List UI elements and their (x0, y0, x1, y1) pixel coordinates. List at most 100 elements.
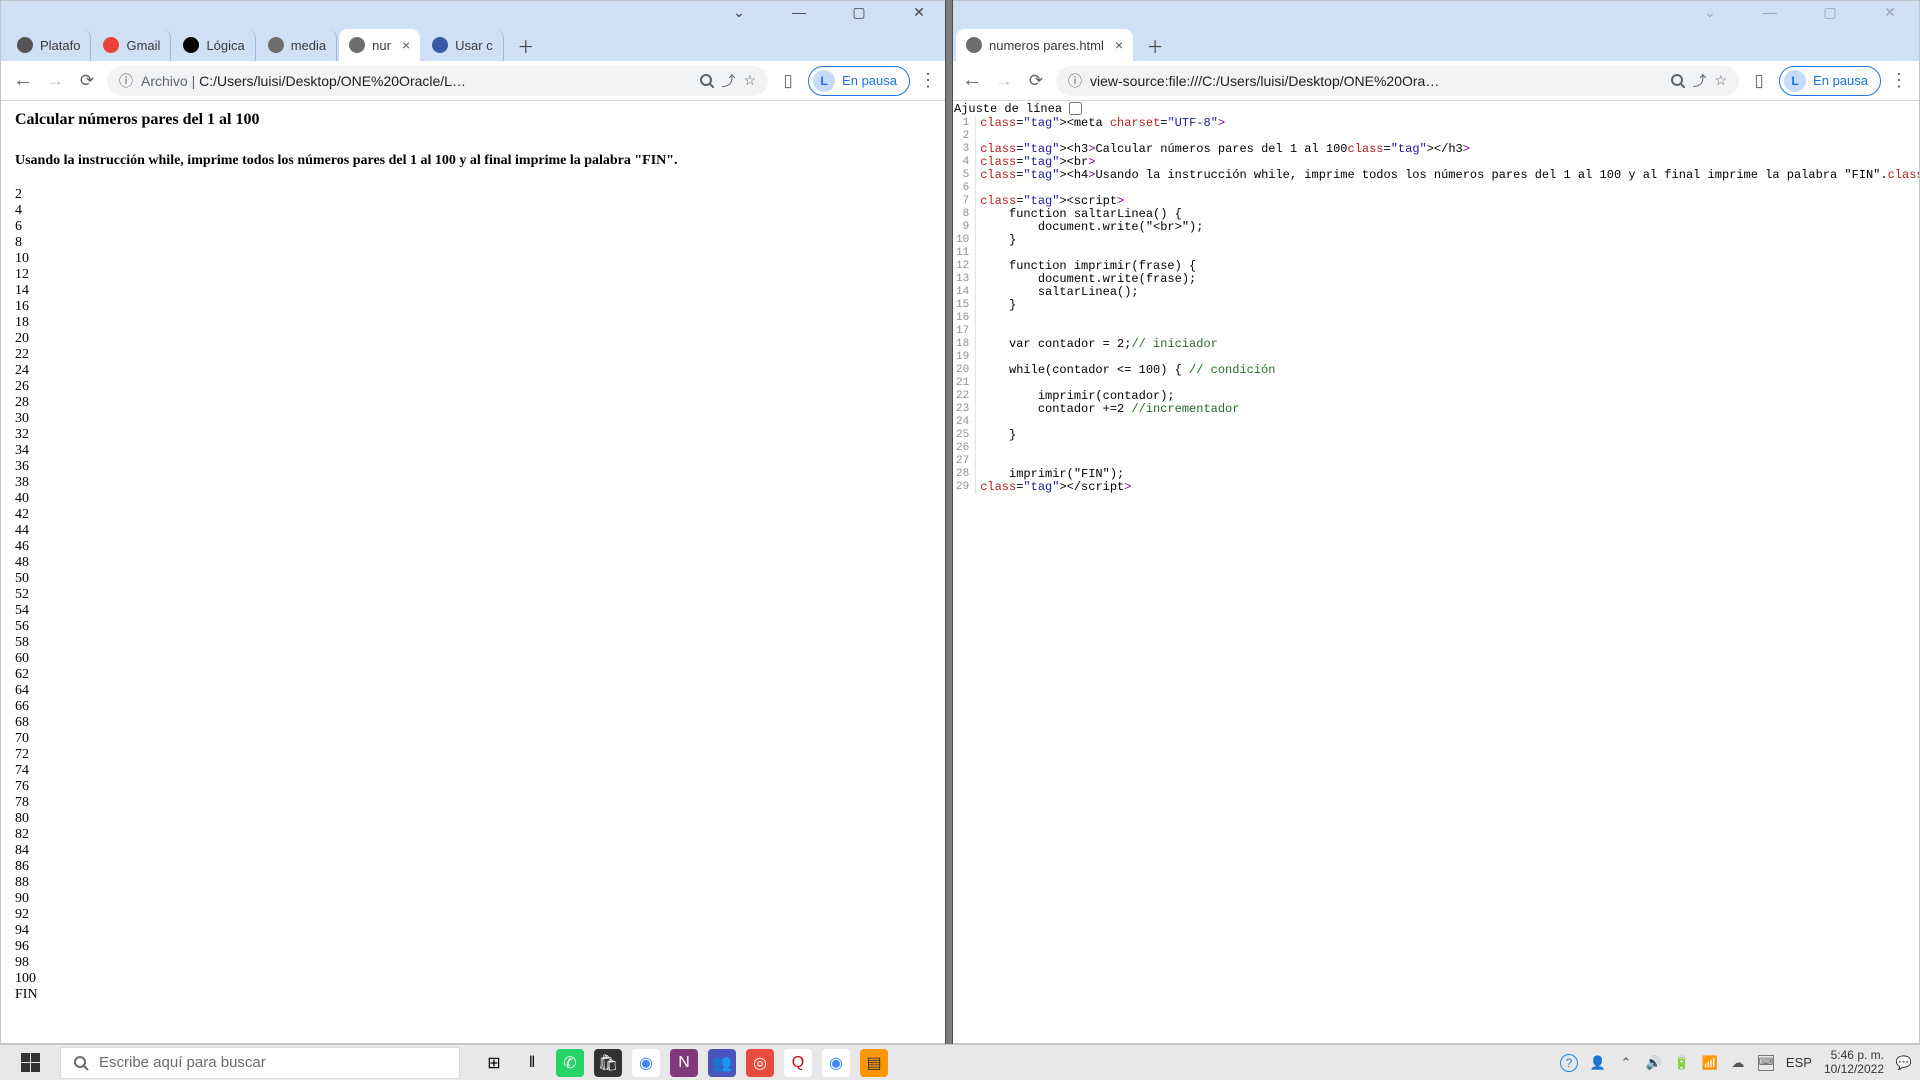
clock-date: 10/12/2022 (1824, 1063, 1884, 1076)
taskbar-app-ms-store[interactable]: 🛍 (594, 1049, 622, 1077)
menu-kebab-icon[interactable]: ⋮ (1889, 70, 1909, 91)
line-wrap-toggle[interactable]: Ajuste de línea (950, 101, 1919, 117)
list-item: 10 (15, 251, 934, 267)
bookmark-star-icon[interactable]: ☆ (1715, 72, 1728, 89)
reload-icon[interactable]: ⟳ (75, 69, 99, 93)
new-tab-button[interactable]: ＋ (1141, 31, 1169, 59)
taskbar-app-sublime[interactable]: ▤ (860, 1049, 888, 1077)
zoom-icon[interactable] (1670, 73, 1685, 88)
page-info-icon[interactable]: ⓘ (1068, 71, 1082, 91)
tab-favicon (432, 37, 448, 53)
taskbar-apps: ⊞ ‖ ✆ 🛍 ◉ N 👥 ◎ Q ◉ ▤ (480, 1049, 888, 1077)
taskbar-app-app-q[interactable]: Q (784, 1049, 812, 1077)
line-wrap-checkbox[interactable] (1069, 102, 1082, 115)
sidepanel-icon[interactable]: ▯ (776, 69, 800, 93)
list-item: 32 (15, 427, 934, 443)
browser-tab[interactable]: media (258, 29, 337, 61)
toolbar-right: ← → ⟳ ⓘ view-source:file:///C:/Users/lui… (950, 61, 1919, 101)
tabstrip-right: numeros pares.html × ＋ (950, 23, 1919, 61)
code-line: class="tag"><h4>Usando la instrucción wh… (980, 169, 1919, 182)
battery-icon[interactable]: 🔋 (1674, 1055, 1690, 1071)
list-item: 58 (15, 635, 934, 651)
help-icon[interactable]: ? (1560, 1054, 1578, 1072)
page-info-icon[interactable]: ⓘ (119, 71, 133, 91)
tab-favicon (183, 37, 199, 53)
list-item: 70 (15, 731, 934, 747)
taskbar-app-onenote[interactable]: N (670, 1049, 698, 1077)
volume-icon[interactable]: 🔊 (1646, 1055, 1662, 1071)
keyboard-icon[interactable]: ⌨ (1758, 1055, 1774, 1071)
back-icon[interactable]: ← (11, 69, 35, 93)
profile-status: En pausa (842, 73, 897, 88)
tab-label: numeros pares.html (989, 38, 1104, 53)
window-snap-divider[interactable] (945, 0, 953, 1044)
profile-chip[interactable]: L En pausa (1779, 66, 1881, 96)
window-maximize-icon[interactable]: ▢ (850, 4, 868, 21)
language-indicator[interactable]: ESP (1786, 1055, 1812, 1070)
share-icon[interactable]: ⤴ (1693, 71, 1707, 91)
window-dropdown-icon[interactable]: ⌄ (1701, 4, 1719, 21)
sidepanel-icon[interactable]: ▯ (1747, 69, 1771, 93)
taskbar-app-whatsapp[interactable]: ✆ (556, 1049, 584, 1077)
browser-tab[interactable]: Usar c (422, 29, 504, 61)
line-wrap-label: Ajuste de línea (954, 102, 1069, 116)
profile-chip[interactable]: L En pausa (808, 66, 910, 96)
tab-favicon (17, 37, 33, 53)
taskbar-app-chrome-active[interactable]: ◉ (822, 1049, 850, 1077)
code-line (980, 416, 1919, 429)
tab-close-icon[interactable]: × (1115, 37, 1123, 53)
list-item: 74 (15, 763, 934, 779)
tab-close-icon[interactable]: × (402, 37, 410, 53)
browser-tab[interactable]: nur× (339, 29, 420, 61)
address-bar-right[interactable]: ⓘ view-source:file:///C:/Users/luisi/Des… (1056, 66, 1739, 96)
window-dropdown-icon[interactable]: ⌄ (730, 4, 748, 21)
back-icon[interactable]: ← (960, 69, 984, 93)
forward-icon[interactable]: → (43, 69, 67, 93)
list-item: 84 (15, 843, 934, 859)
browser-tab[interactable]: numeros pares.html × (956, 29, 1133, 61)
taskbar-app-divider[interactable]: ‖ (518, 1049, 546, 1077)
list-item: 42 (15, 507, 934, 523)
page-subtitle: Usando la instrucción while, imprime tod… (15, 153, 934, 169)
list-item: 62 (15, 667, 934, 683)
page-title: Calcular números pares del 1 al 100 (15, 111, 934, 129)
wifi-icon[interactable]: 📶 (1702, 1055, 1718, 1071)
browser-tab[interactable]: Gmail (93, 29, 171, 61)
address-bar-left[interactable]: ⓘ Archivo | C:/Users/luisi/Desktop/ONE%2… (107, 66, 768, 96)
taskbar-app-chrome[interactable]: ◉ (632, 1049, 660, 1077)
zoom-icon[interactable] (699, 73, 714, 88)
onedrive-icon[interactable]: ☁ (1730, 1055, 1746, 1071)
taskbar-search[interactable]: Escribe aquí para buscar (60, 1047, 460, 1079)
people-icon[interactable]: 👤 (1590, 1055, 1606, 1071)
list-item: 6 (15, 219, 934, 235)
tab-favicon (103, 37, 119, 53)
list-item: 22 (15, 347, 934, 363)
taskbar-app-task-view[interactable]: ⊞ (480, 1049, 508, 1077)
start-button[interactable] (0, 1045, 60, 1081)
tab-favicon (349, 37, 365, 53)
window-close-icon[interactable]: ✕ (910, 4, 928, 21)
notifications-icon[interactable]: 💬 (1896, 1055, 1912, 1071)
browser-window-right: ⌄ — ▢ ✕ numeros pares.html × ＋ ← → ⟳ ⓘ vie… (949, 0, 1920, 1044)
titlebar-right: ⌄ — ▢ ✕ (950, 1, 1919, 23)
clock[interactable]: 5:46 p. m. 10/12/2022 (1824, 1049, 1884, 1075)
browser-tab[interactable]: Platafo (7, 29, 91, 61)
taskbar: Escribe aquí para buscar ⊞ ‖ ✆ 🛍 ◉ N 👥 ◎ Q ◉ ▤ ? 👤… (0, 1044, 1920, 1080)
reload-icon[interactable]: ⟳ (1024, 69, 1048, 93)
window-maximize-icon[interactable]: ▢ (1821, 4, 1839, 21)
browser-tab[interactable]: Lógica (173, 29, 255, 61)
new-tab-button[interactable]: ＋ (512, 31, 540, 59)
window-minimize-icon[interactable]: — (1761, 4, 1779, 20)
windows-logo-icon (21, 1053, 40, 1072)
window-close-icon[interactable]: ✕ (1881, 4, 1899, 21)
share-icon[interactable]: ⤴ (722, 71, 736, 91)
tray-chevron-icon[interactable]: ⌃ (1618, 1055, 1634, 1071)
taskbar-app-app-red[interactable]: ◎ (746, 1049, 774, 1077)
menu-kebab-icon[interactable]: ⋮ (918, 70, 938, 91)
taskbar-app-teams[interactable]: 👥 (708, 1049, 736, 1077)
bookmark-star-icon[interactable]: ☆ (744, 72, 757, 89)
forward-icon[interactable]: → (992, 69, 1016, 93)
window-minimize-icon[interactable]: — (790, 4, 808, 20)
address-url: C:/Users/luisi/Desktop/ONE%20Oracle/L… (199, 73, 466, 89)
list-item: 98 (15, 955, 934, 971)
